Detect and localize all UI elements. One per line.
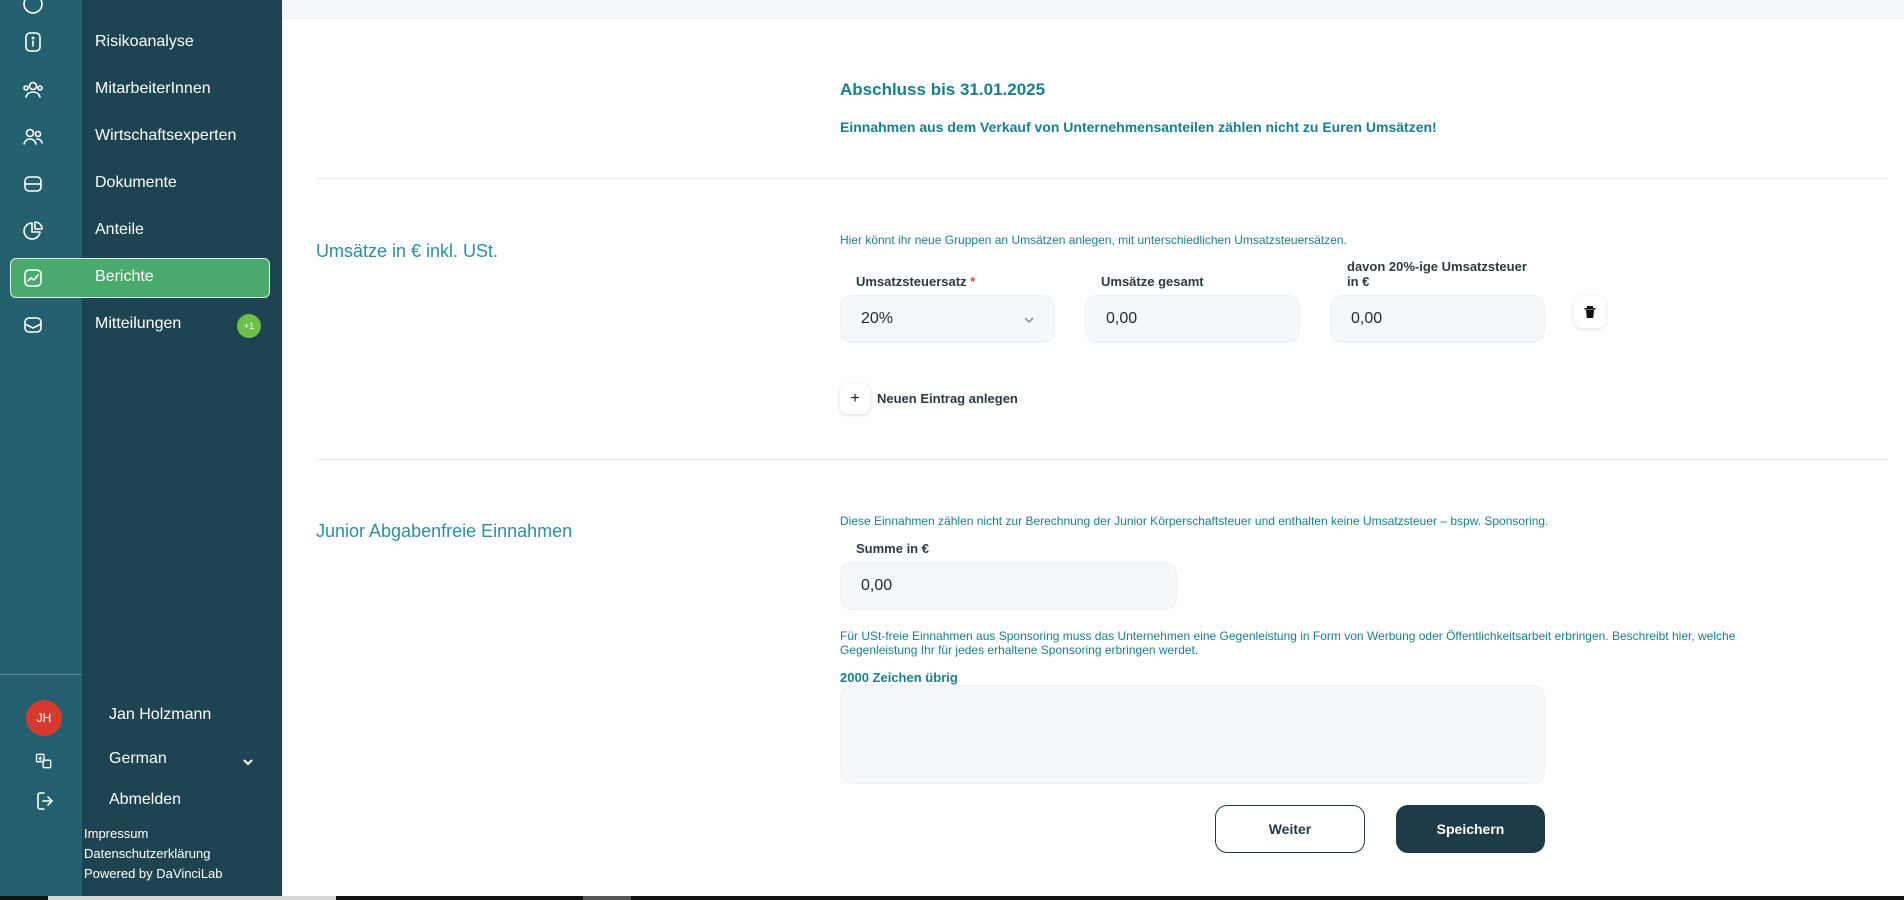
- language-select[interactable]: German: [109, 750, 167, 768]
- next-button[interactable]: Weiter: [1215, 805, 1365, 853]
- save-button[interactable]: Speichern: [1396, 805, 1545, 853]
- divider: [316, 178, 1888, 179]
- trash-icon: [1584, 306, 1596, 318]
- chevron-down-icon: [1022, 313, 1036, 327]
- junior-hint: Diese Einnahmen zählen nicht zur Berechn…: [840, 514, 1549, 528]
- sidebar-item-dokumente[interactable]: Dokumente: [95, 173, 177, 193]
- add-entry-button[interactable]: +: [840, 384, 870, 414]
- avatar[interactable]: JH: [26, 700, 62, 736]
- sum-input[interactable]: 0,00: [840, 562, 1177, 610]
- divider: [316, 459, 1888, 460]
- umsaetze-hint: Hier könnt ihr neue Gruppen an Umsätzen …: [840, 233, 1347, 247]
- users-icon[interactable]: [19, 76, 47, 104]
- section-label-junior: Junior Abgabenfreie Einnahmen: [316, 521, 573, 541]
- user-name[interactable]: Jan Holzmann: [109, 706, 211, 724]
- sidebar-item-wirtschaftsexperten[interactable]: Wirtschaftsexperten: [95, 126, 236, 146]
- rate-label-text: Umsatzsteuersatz: [856, 274, 967, 289]
- sponsor-hint-line2: Gegenleistung Ihr für jedes erhaltene Sp…: [840, 643, 1199, 657]
- taskbar-segment: [48, 896, 336, 900]
- pie-chart-icon[interactable]: [19, 217, 47, 245]
- rate-select[interactable]: 20%: [840, 295, 1055, 343]
- sponsor-hint-line1: Für USt-freie Einnahmen aus Sponsoring m…: [840, 629, 1736, 643]
- rate-label: Umsatzsteuersatz *: [856, 274, 975, 289]
- tax-label-line2: in €: [1347, 274, 1370, 289]
- language-icon[interactable]: [30, 747, 58, 775]
- total-input[interactable]: 0,00: [1085, 295, 1300, 343]
- sidebar-item-anteile[interactable]: Anteile: [95, 220, 144, 240]
- sidebar-item-risikoanalyse[interactable]: Risikoanalyse: [95, 32, 194, 52]
- report-chart-icon[interactable]: [19, 264, 47, 292]
- sponsoring-description-textarea[interactable]: [840, 685, 1545, 784]
- logout-icon[interactable]: [32, 787, 60, 815]
- inbox-icon[interactable]: [19, 311, 47, 339]
- footer-impressum[interactable]: Impressum: [84, 826, 148, 841]
- taskbar-segment: [583, 896, 631, 900]
- sum-label: Summe in €: [856, 541, 929, 556]
- delete-entry-button[interactable]: [1574, 296, 1606, 328]
- add-entry-label[interactable]: Neuen Eintrag anlegen: [877, 391, 1018, 406]
- sidebar-item-berichte[interactable]: Berichte: [95, 267, 154, 287]
- rail-divider: [0, 674, 82, 675]
- required-mark: *: [970, 274, 976, 289]
- page-title: Abschluss bis 31.01.2025: [840, 80, 1046, 99]
- notification-badge: +1: [237, 314, 261, 338]
- experts-icon[interactable]: [19, 123, 47, 151]
- logout-button[interactable]: Abmelden: [109, 791, 181, 809]
- top-strip: [282, 0, 1904, 19]
- footer-datenschutz[interactable]: Datenschutzerklärung: [84, 846, 210, 861]
- total-label: Umsätze gesamt: [1101, 274, 1204, 289]
- folder-icon[interactable]: [19, 170, 47, 198]
- tax-label-line1: davon 20%-ige Umsatzsteuer: [1347, 259, 1527, 274]
- page-subtitle: Einnahmen aus dem Verkauf von Unternehme…: [840, 119, 1437, 135]
- rate-select-value: 20%: [861, 310, 894, 327]
- footer-powered-by[interactable]: Powered by DaVinciLab: [84, 866, 223, 881]
- section-label-umsaetze: Umsätze in € inkl. USt.: [316, 241, 499, 261]
- partial-top-icon[interactable]: [19, 0, 47, 18]
- tax-input[interactable]: 0,00: [1330, 295, 1545, 343]
- taskbar-strip: [0, 896, 1904, 900]
- chevron-down-icon[interactable]: [241, 755, 255, 769]
- sidebar-item-mitteilungen[interactable]: Mitteilungen: [95, 314, 181, 334]
- sidebar-item-mitarbeiterinnen[interactable]: MitarbeiterInnen: [95, 79, 211, 99]
- chars-left-counter: 2000 Zeichen übrig: [840, 670, 958, 685]
- clipboard-info-icon[interactable]: [19, 28, 47, 56]
